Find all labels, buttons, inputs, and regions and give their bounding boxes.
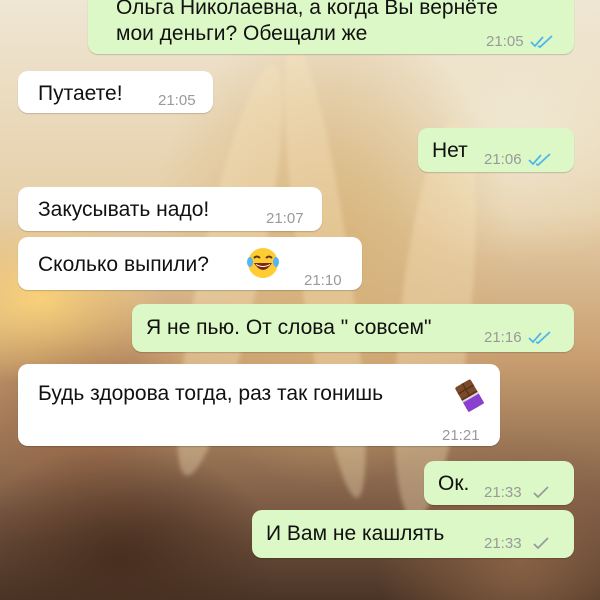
- message-text-line: мои деньги? Обещали же: [116, 22, 368, 45]
- message-bubble-outgoing[interactable]: Ок. 21:33: [424, 461, 574, 505]
- message-meta: 21:05: [486, 28, 554, 55]
- message-meta: 21:10: [304, 267, 348, 294]
- message-bubble-incoming[interactable]: Закусывать надо! 21:07: [18, 187, 322, 231]
- message-bubble-outgoing[interactable]: Я не пью. От слова " совсем" 21:16: [132, 304, 574, 352]
- message-time: 21:05: [486, 33, 524, 50]
- message-text-line: Ольга Николаевна, а когда Вы вернёте: [116, 0, 498, 19]
- single-check-delivered-icon: [532, 536, 549, 549]
- message-bubble-outgoing[interactable]: И Вам не кашлять 21:33: [252, 510, 574, 558]
- message-text: Сколько выпили?: [38, 253, 209, 276]
- message-bubble-incoming[interactable]: Сколько выпили? 21:10: [18, 237, 362, 290]
- message-meta: 21:05: [158, 87, 202, 114]
- message-time: 21:05: [158, 92, 196, 109]
- message-meta: 21:06: [484, 146, 552, 173]
- message-time: 21:33: [484, 484, 522, 501]
- message-bubble-incoming[interactable]: Путаете! 21:05: [18, 71, 213, 113]
- message-text: Будь здорова тогда, раз так гонишь: [38, 382, 384, 405]
- message-text: Путаете!: [38, 82, 123, 105]
- message-meta: 21:33: [484, 479, 552, 506]
- message-text: Закусывать надо!: [38, 198, 210, 221]
- single-check-delivered-icon: [532, 485, 549, 498]
- message-text: Я не пью. От слова " совсем": [146, 316, 432, 339]
- message-time: 21:21: [442, 427, 480, 444]
- message-time: 21:33: [484, 535, 522, 552]
- message-meta: 21:16: [484, 324, 552, 351]
- message-meta: 21:07: [266, 205, 310, 232]
- message-time: 21:16: [484, 329, 522, 346]
- message-meta: 21:33: [484, 530, 552, 557]
- message-time: 21:10: [304, 272, 342, 289]
- message-time: 21:07: [266, 210, 304, 227]
- double-check-read-icon: [529, 34, 553, 48]
- message-text: Ок.: [438, 472, 470, 495]
- message-text: Нет: [432, 139, 468, 162]
- message-bubble-incoming[interactable]: Будь здорова тогда, раз так гонишь 21:21: [18, 364, 500, 446]
- message-meta: 21:21: [442, 422, 486, 449]
- double-check-read-icon: [527, 330, 551, 344]
- message-bubble-outgoing[interactable]: Ольга Николаевна, а когда Вы вернёте мои…: [88, 0, 574, 54]
- message-bubble-outgoing[interactable]: Нет 21:06: [418, 128, 574, 172]
- message-text: И Вам не кашлять: [266, 522, 445, 545]
- double-check-read-icon: [527, 152, 551, 166]
- laughing-with-tears-emoji-icon: [247, 248, 279, 278]
- chocolate-bar-emoji-icon: [455, 379, 485, 412]
- message-time: 21:06: [484, 151, 522, 168]
